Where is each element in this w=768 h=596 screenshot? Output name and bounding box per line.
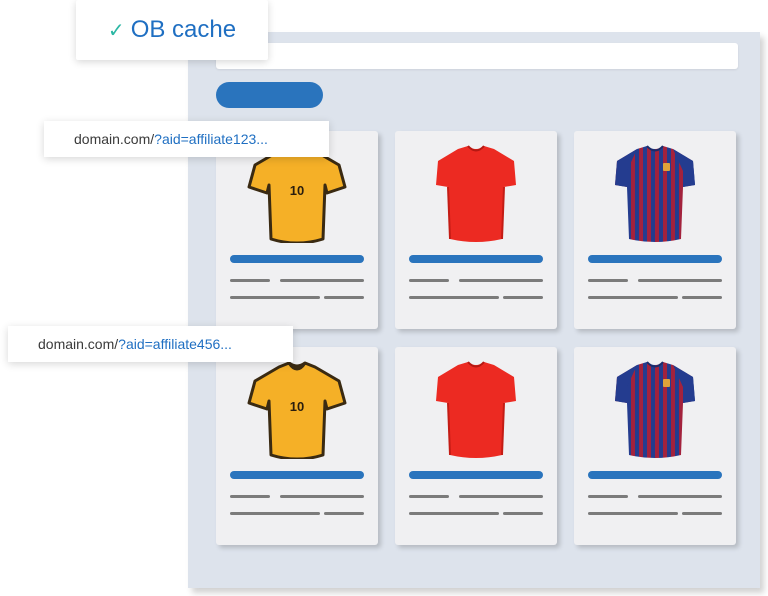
crest-icon [663,163,670,171]
text-placeholder-line [324,296,364,299]
text-placeholder-line [588,296,678,299]
product-card[interactable] [395,347,557,545]
yellow-jersey-icon: 10 [247,361,347,459]
product-title-bar [409,471,543,479]
text-placeholder-line [503,296,543,299]
text-placeholder-line [409,495,449,498]
text-placeholder-line [682,512,722,515]
crest-icon [663,379,670,387]
product-title-bar [230,471,364,479]
url-domain: domain.com/ [74,131,155,147]
product-title-bar [588,255,722,263]
search-bar[interactable] [216,43,738,69]
text-placeholder-line [280,279,364,282]
product-card[interactable]: 10 [216,131,378,329]
text-placeholder-line [230,512,320,515]
url-tag: domain.com/?aid=affiliate456... [8,326,293,362]
url-param: ?aid=affiliate123... [154,131,268,147]
striped-jersey-icon [615,361,695,458]
text-placeholder-line [409,279,449,282]
url-param: ?aid=affiliate456... [118,336,232,352]
striped-jersey-icon [615,145,695,242]
product-card[interactable]: 10 [216,347,378,545]
text-placeholder-line [588,279,628,282]
yellow-jersey-icon: 10 [247,145,347,243]
text-placeholder-line [588,495,628,498]
badge-label: OB cache [130,16,237,43]
red-jersey-icon [436,145,516,242]
check-icon: ✓ [107,19,125,42]
product-card[interactable] [574,131,736,329]
product-title-bar [230,255,364,263]
text-placeholder-line [459,279,543,282]
text-placeholder-line [409,296,499,299]
text-placeholder-line [638,495,722,498]
text-placeholder-line [588,512,678,515]
url-tag: domain.com/?aid=affiliate123... [44,121,329,157]
text-placeholder-line [230,279,270,282]
jersey-number: 10 [290,399,304,414]
text-placeholder-line [682,296,722,299]
jersey-number: 10 [290,183,304,198]
product-title-bar [409,255,543,263]
product-card[interactable] [574,347,736,545]
url-domain: domain.com/ [38,336,119,352]
text-placeholder-line [459,495,543,498]
text-placeholder-line [503,512,543,515]
text-placeholder-line [230,296,320,299]
filter-button[interactable] [216,82,323,108]
product-card[interactable] [395,131,557,329]
text-placeholder-line [230,495,270,498]
ob-cache-badge: ✓ OB cache [76,0,268,60]
product-title-bar [588,471,722,479]
text-placeholder-line [638,279,722,282]
red-jersey-icon [436,361,516,458]
text-placeholder-line [409,512,499,515]
text-placeholder-line [280,495,364,498]
text-placeholder-line [324,512,364,515]
